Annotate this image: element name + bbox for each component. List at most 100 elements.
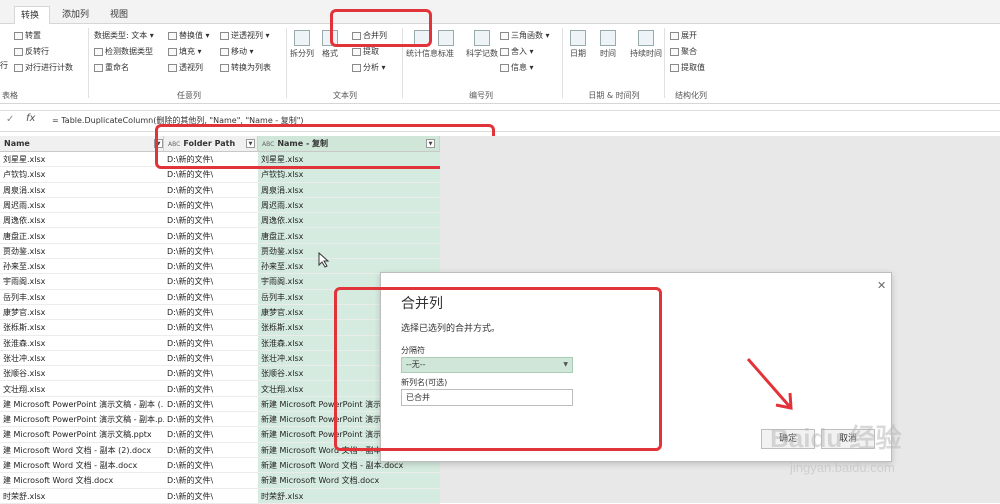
trig-icon	[500, 31, 509, 40]
check-icon[interactable]: ✓	[6, 114, 14, 125]
cell-folder-path[interactable]: D:\新的文件\	[164, 366, 258, 382]
cell-name[interactable]: 建 Microsoft Word 文档 - 副本 (2).docx	[0, 443, 164, 458]
date-button[interactable]: 日期	[570, 30, 586, 59]
unpivot-button[interactable]: 逆透视列 ▾	[220, 30, 270, 41]
extract-icon	[352, 47, 361, 56]
cell-name[interactable]: 建 Microsoft Word 文档.docx	[0, 473, 164, 489]
cell-folder-path[interactable]: D:\新的文件\	[164, 274, 258, 290]
time-button[interactable]: 时间	[600, 30, 616, 59]
cell-name[interactable]: 岳列丰.xlsx	[0, 290, 164, 305]
standard-button[interactable]: 标准	[438, 30, 454, 59]
cell-folder-path[interactable]: D:\新的文件\	[164, 443, 258, 458]
extract-values-button[interactable]: 提取值	[670, 62, 705, 73]
group-label-structured: 结构化列	[675, 91, 707, 100]
extract-values-icon	[670, 63, 679, 72]
cell-name-copy[interactable]: 时荣舒.xlsx	[258, 489, 440, 504]
cell-folder-path[interactable]: D:\新的文件\	[164, 259, 258, 275]
group-label-table: 表格	[2, 91, 18, 100]
cell-name-copy[interactable]: 周逸依.xlsx	[258, 213, 440, 229]
cell-folder-path[interactable]: D:\新的文件\	[164, 351, 258, 367]
cell-folder-path[interactable]: D:\新的文件\	[164, 458, 258, 474]
parse-icon	[352, 63, 361, 72]
rename-icon	[94, 63, 103, 72]
cell-name[interactable]: 周逸依.xlsx	[0, 213, 164, 229]
cell-name-copy[interactable]: 唐盘正.xlsx	[258, 229, 440, 244]
duration-icon	[638, 30, 654, 46]
cell-name[interactable]: 建 Microsoft PowerPoint 演示文稿.pptx	[0, 427, 164, 443]
cell-name[interactable]: 刘星星.xlsx	[0, 152, 164, 168]
cell-folder-path[interactable]: D:\新的文件\	[164, 290, 258, 305]
cell-name[interactable]: 文壮翔.xlsx	[0, 382, 164, 397]
cell-name[interactable]: 唐盘正.xlsx	[0, 229, 164, 244]
detect-type-button[interactable]: 检测数据类型	[94, 46, 153, 57]
unpivot-icon	[220, 31, 229, 40]
replace-values-button[interactable]: 替换值 ▾	[168, 30, 210, 41]
rounding-button[interactable]: 舍入 ▾	[500, 46, 534, 57]
cell-name[interactable]: 宇雨阁.xlsx	[0, 274, 164, 290]
cell-folder-path[interactable]: D:\新的文件\	[164, 412, 258, 428]
expand-button[interactable]: 展开	[670, 30, 697, 41]
duration-button[interactable]: 持续时间	[630, 30, 662, 59]
watermark: Baidu 经验 jingyan.baidu.com	[770, 410, 1000, 500]
cell-name[interactable]: 张栎斯.xlsx	[0, 320, 164, 336]
parse-button[interactable]: 分析 ▾	[352, 62, 386, 73]
cell-folder-path[interactable]: D:\新的文件\	[164, 473, 258, 489]
cell-name[interactable]: 建 Microsoft Word 文档 - 副本.docx	[0, 458, 164, 474]
cell-folder-path[interactable]: D:\新的文件\	[164, 320, 258, 336]
fill-button[interactable]: 填充 ▾	[168, 46, 202, 57]
transpose-button[interactable]: 转置	[14, 30, 41, 41]
cell-folder-path[interactable]: D:\新的文件\	[164, 489, 258, 504]
cell-folder-path[interactable]: D:\新的文件\	[164, 427, 258, 443]
move-icon	[220, 47, 229, 56]
close-icon[interactable]: ✕	[877, 279, 886, 292]
cell-name[interactable]: 周迟雨.xlsx	[0, 198, 164, 214]
cell-folder-path[interactable]: D:\新的文件\	[164, 213, 258, 229]
cell-name[interactable]: 张顺谷.xlsx	[0, 366, 164, 382]
cell-name[interactable]: 贾劲鉴.xlsx	[0, 244, 164, 260]
cell-name[interactable]: 建 Microsoft PowerPoint 演示文稿 - 副本 (...	[0, 397, 164, 413]
cell-folder-path[interactable]: D:\新的文件\	[164, 183, 258, 198]
cell-name-copy[interactable]: 新建 Microsoft Word 文档.docx	[258, 473, 440, 489]
extract-button[interactable]: 提取	[352, 46, 379, 57]
move-button[interactable]: 移动 ▾	[220, 46, 254, 57]
cell-name[interactable]: 建 Microsoft PowerPoint 演示文稿 - 副本.p...	[0, 412, 164, 428]
cell-folder-path[interactable]: D:\新的文件\	[164, 382, 258, 397]
tab-view[interactable]: 视图	[104, 6, 134, 24]
information-button[interactable]: 信息 ▾	[500, 62, 534, 73]
transpose-icon	[14, 31, 23, 40]
count-rows-button[interactable]: 对行进行计数	[14, 62, 73, 73]
cell-folder-path[interactable]: D:\新的文件\	[164, 198, 258, 214]
cell-folder-path[interactable]: D:\新的文件\	[164, 305, 258, 321]
cell-folder-path[interactable]: D:\新的文件\	[164, 336, 258, 351]
cell-name-copy[interactable]: 贾劲鉴.xlsx	[258, 244, 440, 260]
cell-name[interactable]: 卢钦钧.xlsx	[0, 167, 164, 183]
cell-folder-path[interactable]: D:\新的文件\	[164, 167, 258, 183]
group-label-number-column: 编号列	[469, 91, 493, 100]
cell-name[interactable]: 时荣舒.xlsx	[0, 489, 164, 504]
tab-transform[interactable]: 转换	[14, 6, 50, 24]
tab-add-column[interactable]: 添加列	[56, 6, 95, 24]
cell-name[interactable]: 张壮冲.xlsx	[0, 351, 164, 367]
cell-name[interactable]: 张淮森.xlsx	[0, 336, 164, 351]
cell-folder-path[interactable]: D:\新的文件\	[164, 229, 258, 244]
highlight-dialog	[334, 287, 662, 451]
cell-name[interactable]: 周泉涓.xlsx	[0, 183, 164, 198]
cell-name-copy[interactable]: 周迟雨.xlsx	[258, 198, 440, 214]
cell-folder-path[interactable]: D:\新的文件\	[164, 244, 258, 260]
cell-folder-path[interactable]: D:\新的文件\	[164, 397, 258, 413]
scientific-button[interactable]: 科学记数	[466, 30, 498, 59]
cell-name-copy[interactable]: 周泉涓.xlsx	[258, 183, 440, 198]
cell-name[interactable]: 康梦官.xlsx	[0, 305, 164, 321]
trig-button[interactable]: 三角函数 ▾	[500, 30, 550, 41]
aggregate-button[interactable]: 聚合	[670, 46, 697, 57]
cell-name-copy[interactable]: 卢钦钧.xlsx	[258, 167, 440, 183]
fx-icon: fx	[26, 113, 36, 124]
column-header-name[interactable]: Name	[0, 136, 164, 152]
convert-to-list-button[interactable]: 转换为列表	[220, 62, 271, 73]
rename-button[interactable]: 重命名	[94, 62, 129, 73]
pivot-column-button[interactable]: 透视列	[168, 62, 203, 73]
split-column-button[interactable]: 拆分列	[290, 30, 314, 59]
cell-name[interactable]: 孙来至.xlsx	[0, 259, 164, 275]
data-type-dropdown[interactable]: 数据类型: 文本 ▾	[94, 30, 154, 41]
reverse-rows-button[interactable]: 反转行	[14, 46, 49, 57]
